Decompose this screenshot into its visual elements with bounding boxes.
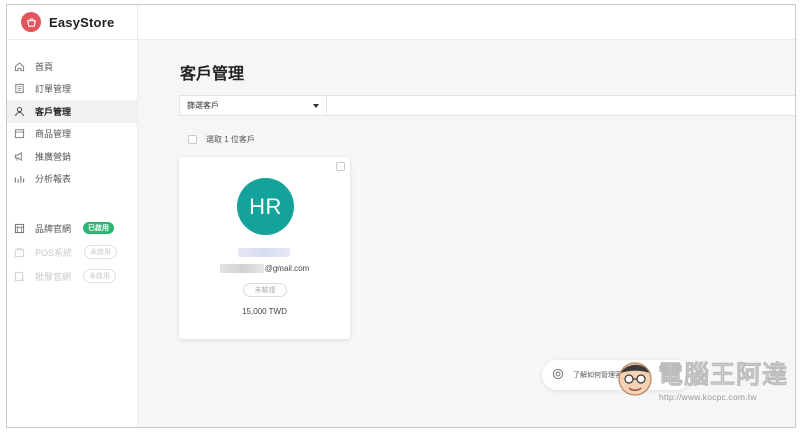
sidebar-item-marketing[interactable]: 推廣營銷 <box>7 145 137 168</box>
brand-header[interactable]: EasyStore <box>7 5 137 40</box>
filter-bar: 篩選客戶 <box>179 95 795 116</box>
status-badge: 已啟用 <box>83 222 115 234</box>
easystore-logo-icon <box>21 12 41 32</box>
watermark: 電腦王阿達 http://www.kocpc.com.tw <box>615 353 795 405</box>
brand-name: EasyStore <box>49 14 115 30</box>
watermark-url: http://www.kocpc.com.tw <box>659 392 757 402</box>
customer-icon <box>13 105 25 117</box>
help-lifebuoy-icon <box>552 368 564 382</box>
sidebar-item-label: 訂單管理 <box>35 84 72 95</box>
sidebar-item-label: 品牌官網 <box>35 223 72 234</box>
email-suffix: @gmail.com <box>264 264 310 273</box>
megaphone-icon <box>13 150 25 162</box>
email-redacted <box>219 264 264 273</box>
watermark-text: 電腦王阿達 <box>658 360 789 390</box>
app-window: EasyStore 首頁 訂單管理 客戶管理 商品管理 推廣營銷 分析報表 品牌… <box>6 4 796 428</box>
sidebar-item-orders[interactable]: 訂單管理 <box>7 78 137 101</box>
customer-name-redacted <box>238 248 290 257</box>
sidebar-item-label: 客戶管理 <box>35 106 72 117</box>
sidebar-item-pos[interactable]: POS系統 未啟用 <box>7 240 137 264</box>
customer-card-checkbox[interactable] <box>336 162 345 171</box>
page-title: 客戶管理 <box>180 66 245 83</box>
sidebar-item-label: 商品管理 <box>35 129 72 140</box>
sidebar-item-label: 分析報表 <box>35 174 72 185</box>
status-badge: 未啟用 <box>83 269 117 283</box>
verification-badge: 未驗證 <box>243 283 287 297</box>
customer-card[interactable]: HR @gmail.com 未驗證 15,000 TWD <box>179 157 350 339</box>
search-input[interactable] <box>327 96 795 115</box>
wholesale-icon <box>13 270 25 282</box>
select-all-checkbox[interactable] <box>188 135 197 144</box>
products-icon <box>13 128 25 140</box>
sidebar-item-label: 首頁 <box>35 61 54 72</box>
filter-select-label: 篩選客戶 <box>187 101 219 110</box>
select-count-label: 選取 1 位客戶 <box>206 135 255 144</box>
customer-total-spent: 15,000 TWD <box>242 307 287 316</box>
sales-channels: 品牌官網 已啟用 POS系統 未啟用 批發官網 未啟用 <box>7 216 137 288</box>
select-all-row[interactable]: 選取 1 位客戶 <box>188 134 255 145</box>
store-icon <box>13 222 25 234</box>
customer-email: @gmail.com <box>179 264 350 273</box>
sidebar-item-analytics[interactable]: 分析報表 <box>7 168 137 191</box>
top-bar <box>138 5 795 40</box>
sidebar-item-label: 推廣營銷 <box>35 151 72 162</box>
sidebar-item-home[interactable]: 首頁 <box>7 55 137 78</box>
customer-filter-select[interactable]: 篩選客戶 <box>180 96 327 115</box>
status-badge: 未啟用 <box>84 245 118 259</box>
avatar: HR <box>237 178 294 235</box>
sidebar-nav: 首頁 訂單管理 客戶管理 商品管理 推廣營銷 分析報表 <box>7 55 137 190</box>
sidebar-item-label: 批發官網 <box>35 271 72 282</box>
sidebar-item-wholesale[interactable]: 批發官網 未啟用 <box>7 264 137 288</box>
caret-down-icon <box>313 103 319 108</box>
sidebar-item-customers[interactable]: 客戶管理 <box>7 100 137 123</box>
sidebar-item-products[interactable]: 商品管理 <box>7 123 137 146</box>
analytics-icon <box>13 173 25 185</box>
home-icon <box>13 60 25 72</box>
sidebar-item-label: POS系統 <box>35 247 73 258</box>
pos-icon <box>13 246 25 258</box>
orders-icon <box>13 83 25 95</box>
sidebar-item-brand-site[interactable]: 品牌官網 已啟用 <box>7 216 137 240</box>
sidebar: EasyStore 首頁 訂單管理 客戶管理 商品管理 推廣營銷 分析報表 品牌… <box>7 5 138 427</box>
watermark-mascot-icon <box>618 362 652 396</box>
